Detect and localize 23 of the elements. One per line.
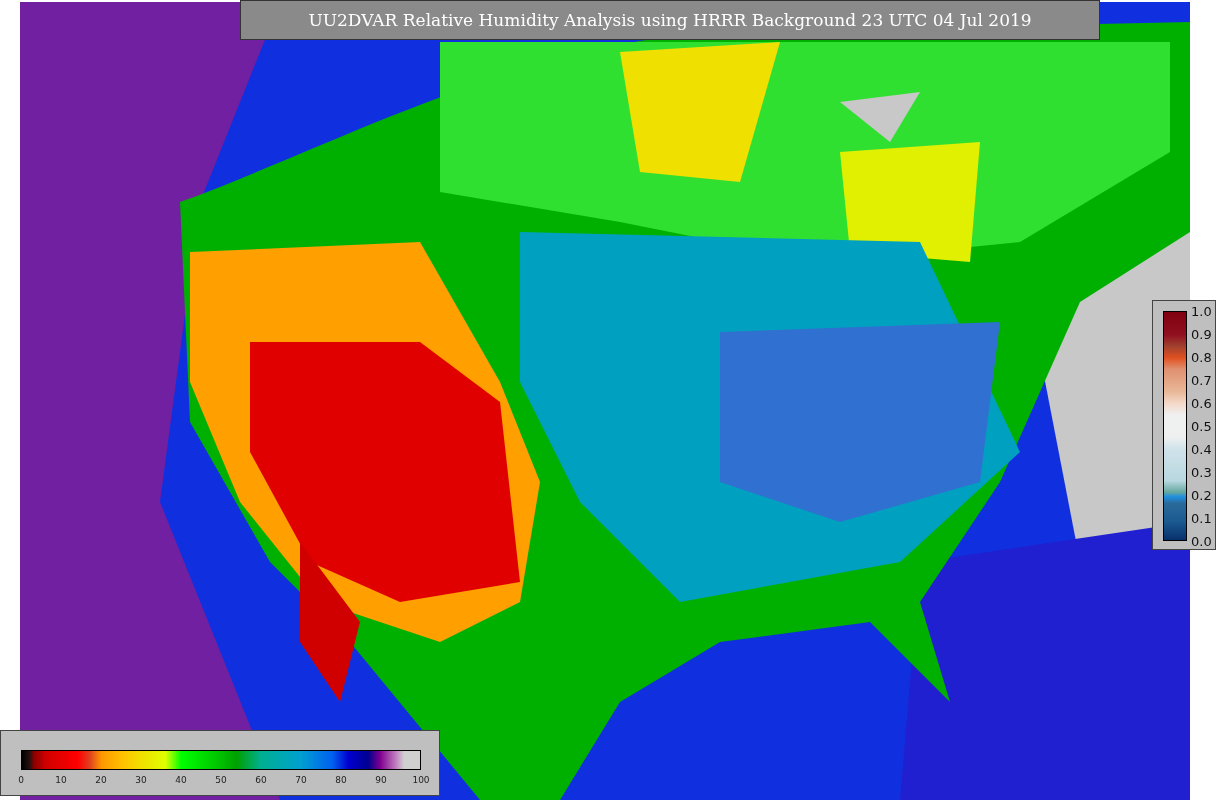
tick-label: 0.1 [1191, 510, 1212, 526]
tick-label: 30 [135, 775, 147, 785]
tick-label: 0.8 [1191, 349, 1212, 365]
tick-label: 0.0 [1191, 533, 1212, 549]
tick-label: 10 [55, 775, 67, 785]
tick-label: 0.5 [1191, 418, 1212, 434]
tick-label: 70 [295, 775, 307, 785]
tick-label: 0.6 [1191, 395, 1212, 411]
tick-label: 100 [412, 775, 430, 785]
tick-label: 60 [255, 775, 267, 785]
tick-label: 0.2 [1191, 487, 1212, 503]
tick-label: 40 [175, 775, 187, 785]
tick-label: 0.4 [1191, 441, 1212, 457]
tick-label: 50 [215, 775, 227, 785]
map-title: UU2DVAR Relative Humidity Analysis using HRRR Background 23 UTC 04 Jul 2019 [240, 0, 1100, 40]
tick-label: 0.3 [1191, 464, 1212, 480]
tick-label: 0.7 [1191, 372, 1212, 388]
tick-label: 1.0 [1191, 303, 1212, 319]
tick-label: 80 [335, 775, 347, 785]
tick-label: 0.9 [1191, 326, 1212, 342]
tick-label: 20 [95, 775, 107, 785]
tick-label: 0 [18, 775, 24, 785]
tick-label: 90 [375, 775, 387, 785]
